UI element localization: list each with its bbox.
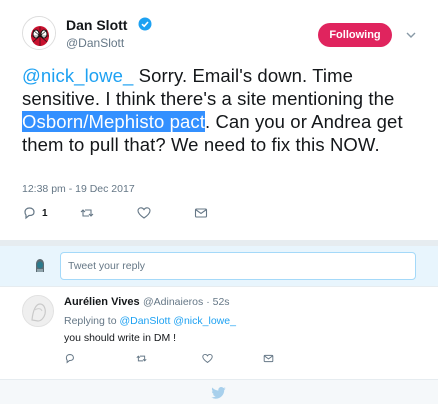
direct-message-action[interactable] <box>194 204 208 222</box>
current-user-avatar <box>31 256 49 274</box>
reply-like-action[interactable] <box>202 351 213 365</box>
tweet-text-highlight: Osborn/Mephisto pact <box>22 111 205 132</box>
author-name[interactable]: Dan Slott <box>66 17 127 33</box>
message-icon <box>263 354 274 363</box>
following-button[interactable]: Following <box>318 23 392 47</box>
reply-author-name[interactable]: Aurélien Vives <box>64 296 140 308</box>
reply-reply-action[interactable] <box>64 351 75 365</box>
retweet-icon <box>80 209 94 217</box>
message-icon <box>194 208 208 218</box>
main-tweet: Dan Slott @DanSlott Following @nick_lowe… <box>0 0 438 240</box>
reply-author-handle[interactable]: @Adinaieros · 52s <box>143 296 230 308</box>
replying-to: Replying to @DanSlott @nick_lowe_ <box>64 315 236 327</box>
reply-author-avatar[interactable] <box>22 295 54 327</box>
reply-icon <box>24 207 35 220</box>
reply-icon <box>65 354 74 364</box>
reply-retweet-action[interactable] <box>136 351 147 365</box>
reply-count: 1 <box>42 207 48 219</box>
author-avatar[interactable] <box>22 16 56 50</box>
heart-icon <box>202 353 213 364</box>
heart-icon <box>137 207 151 219</box>
author-handle[interactable]: @DanSlott <box>66 36 124 50</box>
replying-to-dan-link[interactable]: @DanSlott <box>119 315 170 327</box>
reply-action[interactable]: 1 <box>22 204 48 222</box>
twitter-bird-icon <box>211 387 226 399</box>
chevron-down-icon[interactable] <box>405 29 417 41</box>
like-action[interactable] <box>137 204 151 222</box>
footer-bar <box>0 379 438 404</box>
replying-prefix: Replying to <box>64 315 117 327</box>
verified-badge-icon <box>138 17 152 31</box>
tweet-timestamp[interactable]: 12:38 pm - 19 Dec 2017 <box>22 183 135 195</box>
reply-text: you should write in DM ! <box>64 332 177 344</box>
reply-dm-action[interactable] <box>263 351 274 365</box>
reply-tweet: Aurélien Vives @Adinaieros · 52s Replyin… <box>0 287 438 379</box>
tweet-text: @nick_lowe_ Sorry. Email's down. Time se… <box>22 64 422 156</box>
reply-input[interactable]: Tweet your reply <box>60 252 416 280</box>
replying-to-nick-link[interactable]: @nick_lowe_ <box>173 315 236 327</box>
retweet-action[interactable] <box>80 204 94 222</box>
tweet-mention-link[interactable]: @nick_lowe_ <box>22 65 133 86</box>
retweet-icon <box>136 355 147 362</box>
